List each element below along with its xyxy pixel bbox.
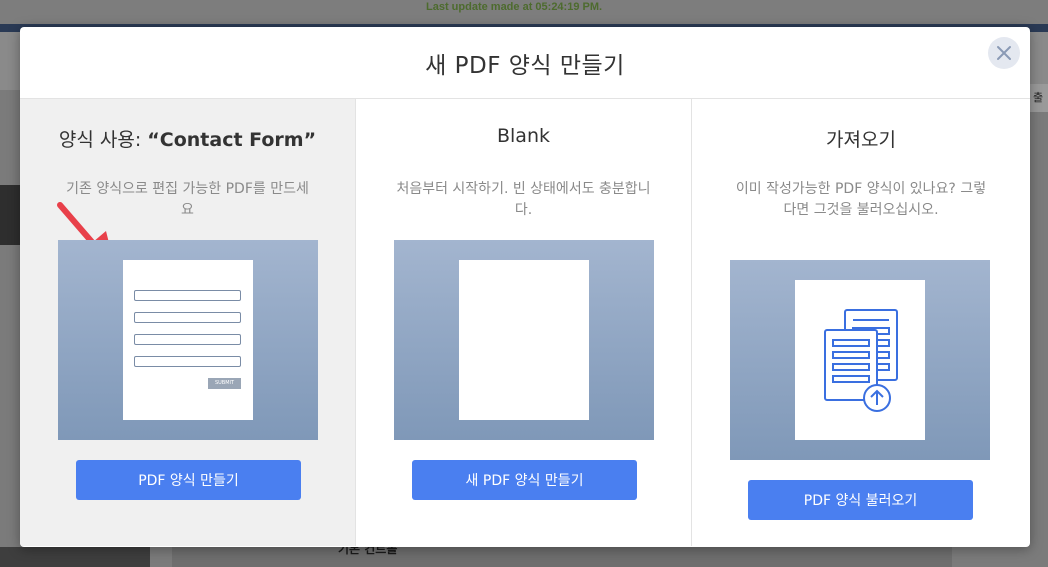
- create-pdf-form-modal: 새 PDF 양식 만들기 양식 사용: “Contact Form” 기존 양식…: [20, 27, 1030, 547]
- close-icon: [997, 46, 1011, 60]
- form-field-line: [134, 356, 241, 367]
- import-preview: [730, 260, 990, 460]
- background-bottom-panel: [172, 547, 952, 567]
- modal-header: 새 PDF 양식 만들기: [20, 27, 1030, 99]
- option-description: 이미 작성가능한 PDF 양식이 있나요? 그렇다면 그것을 불러오십시오.: [735, 181, 987, 218]
- options-row: 양식 사용: “Contact Form” 기존 양식으로 편집 가능한 PDF…: [20, 99, 1030, 546]
- form-field-line: [134, 312, 241, 323]
- background-bottom-left: [0, 547, 150, 567]
- new-pdf-form-button[interactable]: 새 PDF 양식 만들기: [412, 460, 637, 500]
- blank-page-thumbnail: [459, 260, 589, 420]
- option-blank[interactable]: Blank 처음부터 시작하기. 빈 상태에서도 충분합니다. 새 PDF 양식…: [356, 99, 692, 546]
- option-title: Blank: [496, 125, 550, 147]
- background-sidebar: [0, 185, 20, 245]
- import-pdf-form-button[interactable]: PDF 양식 불러오기: [748, 480, 973, 520]
- modal-title: 새 PDF 양식 만들기: [425, 52, 625, 79]
- option-use-form[interactable]: 양식 사용: “Contact Form” 기존 양식으로 편집 가능한 PDF…: [20, 99, 356, 546]
- option-title-form-name: “Contact Form”: [147, 129, 317, 151]
- form-field-line: [134, 334, 241, 345]
- option-description: 처음부터 시작하기. 빈 상태에서도 충분합니다.: [396, 181, 651, 218]
- option-title: 가져오기: [826, 129, 896, 151]
- document-upload-icon: [824, 309, 898, 412]
- import-page-thumbnail: [795, 280, 925, 440]
- option-title-prefix: 양식 사용:: [58, 129, 148, 151]
- option-title: 양식 사용: “Contact Form”: [20, 125, 355, 152]
- close-button[interactable]: [988, 37, 1020, 69]
- form-preview: SUBMIT: [58, 240, 318, 440]
- last-update-text: Last update made at 05:24:19 PM.: [426, 1, 603, 13]
- form-page-thumbnail: SUBMIT: [123, 260, 253, 420]
- form-field-line: [134, 290, 241, 301]
- form-submit-thumbnail: SUBMIT: [208, 378, 241, 389]
- option-import[interactable]: 가져오기 이미 작성가능한 PDF 양식이 있나요? 그렇다면 그것을 불러오십…: [692, 99, 1030, 546]
- background-right-button: 출: [1028, 84, 1048, 112]
- blank-preview: [394, 240, 654, 440]
- create-pdf-form-button[interactable]: PDF 양식 만들기: [76, 460, 301, 500]
